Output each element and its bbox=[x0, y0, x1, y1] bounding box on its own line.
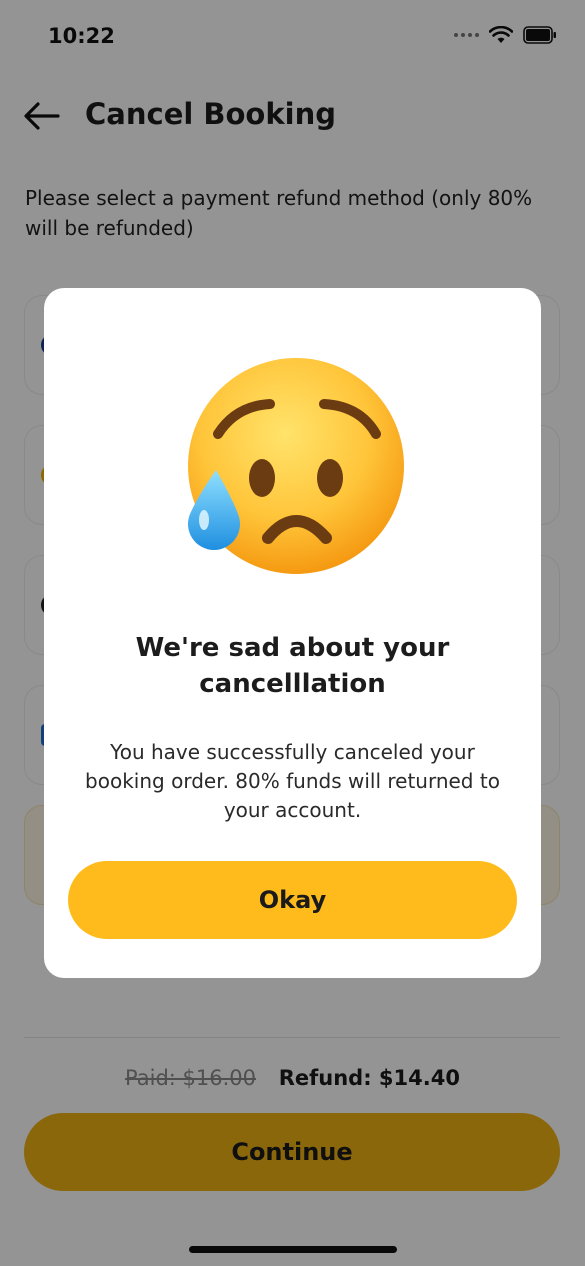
sad-but-relieved-face-icon bbox=[188, 358, 404, 574]
okay-button[interactable]: Okay bbox=[68, 861, 517, 939]
cancellation-dialog: We're sad about your cancelllation You h… bbox=[44, 288, 541, 978]
dialog-message: You have successfully canceled your book… bbox=[85, 740, 500, 822]
cancel-booking-screen: 10:22 Cancel Booking Please select a pay… bbox=[0, 0, 585, 1266]
dialog-title: We're sad about your cancelllation bbox=[135, 633, 450, 699]
